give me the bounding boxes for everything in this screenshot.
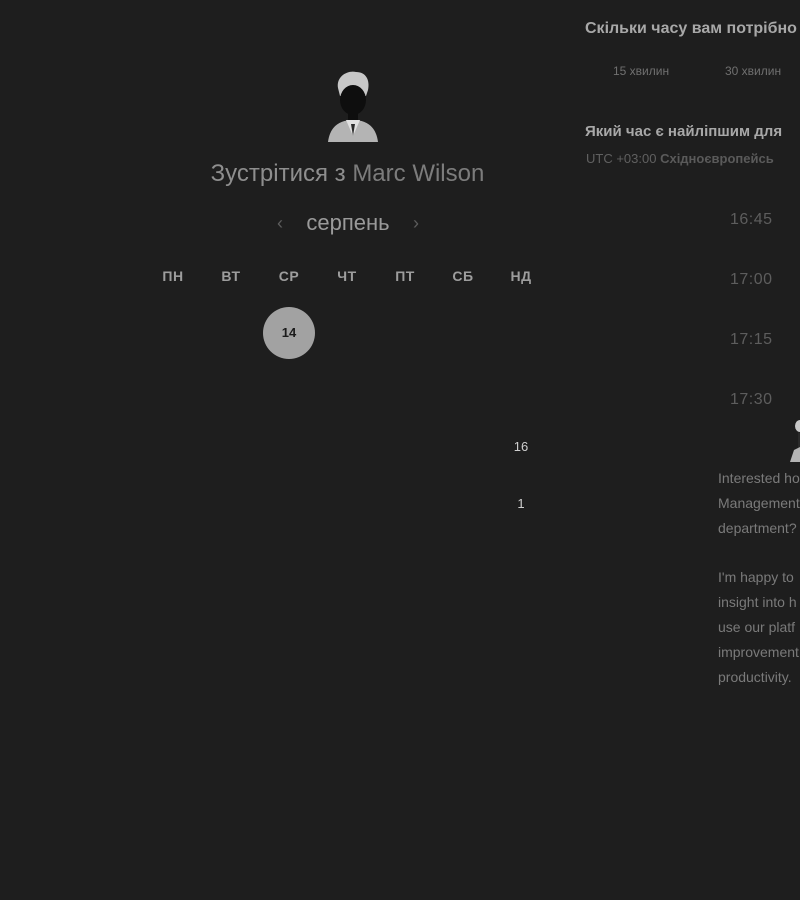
intro-line: use our platf bbox=[718, 619, 796, 635]
calendar-day-available[interactable]: 16 bbox=[492, 418, 550, 475]
selected-day-label[interactable]: 14 bbox=[263, 306, 315, 359]
host-avatar bbox=[328, 71, 378, 142]
duration-question: Скільки часу вам потрібно bbox=[585, 20, 797, 37]
intro-line: I'm happy to bbox=[718, 569, 794, 585]
calendar-day bbox=[318, 475, 376, 532]
calendar-day bbox=[202, 532, 260, 589]
calendar-day bbox=[202, 589, 260, 646]
time-slot[interactable]: 16:45 bbox=[700, 190, 800, 250]
time-slot-list: 16:45 17:00 17:15 17:30 bbox=[700, 190, 800, 430]
calendar-day-available[interactable]: 1 bbox=[492, 475, 550, 532]
calendar-day bbox=[376, 361, 434, 418]
weekday-label: ПТ bbox=[395, 268, 415, 284]
calendar-day bbox=[260, 589, 318, 646]
duration-options: 15 хвилин 30 хвилин bbox=[585, 64, 800, 84]
weekday-label: НД bbox=[510, 268, 532, 284]
calendar-day bbox=[144, 304, 202, 361]
calendar-day bbox=[144, 589, 202, 646]
duration-option-30[interactable]: 30 хвилин bbox=[725, 64, 781, 78]
calendar-day bbox=[260, 475, 318, 532]
calendar-day bbox=[492, 589, 550, 646]
chevron-right-icon[interactable]: › bbox=[406, 213, 426, 234]
calendar-day bbox=[318, 361, 376, 418]
intro-line: department? bbox=[718, 520, 797, 536]
chevron-left-icon[interactable]: ‹ bbox=[270, 213, 290, 234]
time-slot[interactable]: 17:15 bbox=[700, 310, 800, 370]
intro-paragraph-1: Interested ho Management department? bbox=[718, 466, 800, 541]
weekday-label: ПН bbox=[162, 268, 184, 284]
intro-line: productivity. bbox=[718, 669, 792, 685]
calendar-day bbox=[260, 532, 318, 589]
intro-line: insight into h bbox=[718, 594, 797, 610]
calendar-day bbox=[144, 361, 202, 418]
calendar-day bbox=[202, 475, 260, 532]
calendar-day bbox=[202, 361, 260, 418]
duration-option-15[interactable]: 15 хвилин bbox=[613, 64, 669, 78]
calendar-day bbox=[144, 475, 202, 532]
weekday-header: ПН ВТ СР ЧТ ПТ СБ НД bbox=[144, 268, 550, 284]
calendar-day bbox=[260, 418, 318, 475]
calendar-day bbox=[318, 418, 376, 475]
calendar-day bbox=[434, 418, 492, 475]
timezone-offset: UTC +03:00 bbox=[586, 151, 657, 166]
calendar-day-selected[interactable]: 14 bbox=[260, 304, 318, 361]
host-mini-avatar bbox=[790, 420, 800, 462]
intro-line: improvement bbox=[718, 644, 799, 660]
calendar-day bbox=[434, 304, 492, 361]
calendar-day bbox=[434, 361, 492, 418]
calendar-day bbox=[318, 589, 376, 646]
calendar-day bbox=[434, 532, 492, 589]
calendar-day bbox=[434, 589, 492, 646]
time-question: Який час є найліпшим для bbox=[585, 123, 783, 140]
calendar-day bbox=[492, 304, 550, 361]
weekday-label: СР bbox=[278, 268, 300, 284]
calendar-day-grid: 14 16 1 bbox=[144, 304, 550, 646]
intro-paragraph-2: I'm happy to insight into h use our plat… bbox=[718, 565, 800, 690]
calendar-day bbox=[376, 418, 434, 475]
scheduler-page: Зустрітися з Marc Wilson ‹ серпень › ПН … bbox=[0, 0, 800, 900]
weekday-label: СБ bbox=[452, 268, 474, 284]
calendar-day bbox=[376, 475, 434, 532]
host-name: Marc Wilson bbox=[352, 160, 485, 187]
calendar-day bbox=[318, 532, 376, 589]
calendar-day bbox=[492, 532, 550, 589]
time-slot[interactable]: 17:30 bbox=[700, 370, 800, 430]
calendar-day bbox=[260, 361, 318, 418]
calendar-day bbox=[376, 589, 434, 646]
meeting-title-prefix: Зустрітися з bbox=[210, 160, 346, 187]
timezone-name: Східноєвропейсь bbox=[660, 151, 774, 166]
calendar-day bbox=[144, 532, 202, 589]
calendar-day bbox=[202, 418, 260, 475]
calendar-day bbox=[376, 304, 434, 361]
timezone-selector[interactable]: UTC +03:00 Східноєвропейсь bbox=[586, 151, 774, 166]
calendar-day bbox=[144, 418, 202, 475]
weekday-label: ВТ bbox=[221, 268, 241, 284]
intro-line: Management bbox=[718, 495, 800, 511]
month-navigation: ‹ серпень › bbox=[270, 206, 426, 240]
calendar-day bbox=[318, 304, 376, 361]
intro-line: Interested ho bbox=[718, 470, 800, 486]
month-label: серпень bbox=[306, 210, 390, 235]
calendar-day bbox=[434, 475, 492, 532]
weekday-label: ЧТ bbox=[337, 268, 357, 284]
calendar-day bbox=[202, 304, 260, 361]
time-slot[interactable]: 17:00 bbox=[700, 250, 800, 310]
calendar-day bbox=[376, 532, 434, 589]
calendar-day bbox=[492, 361, 550, 418]
host-intro-text: Interested ho Management department? I'm… bbox=[718, 466, 800, 714]
